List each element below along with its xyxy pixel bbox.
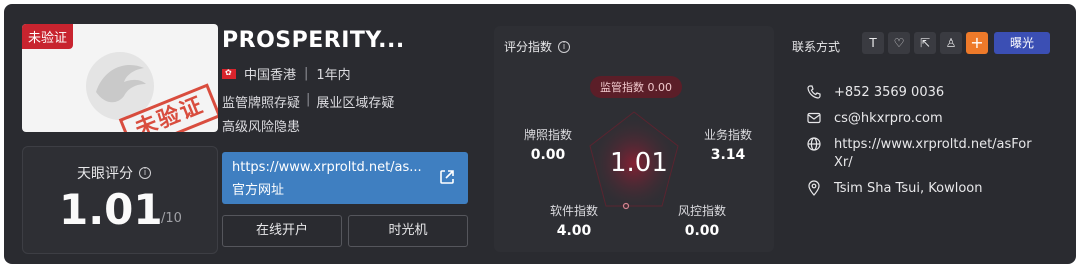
email-icon <box>807 112 821 124</box>
metric-business: 业务指数 3.14 <box>704 126 752 163</box>
rating-center-score: 1.01 <box>610 148 668 178</box>
broker-logo: 未验证 未验证 <box>22 24 218 132</box>
metric-label: 风控指数 <box>678 204 727 218</box>
metric-risk-control: 风控指数 0.00 <box>678 202 726 239</box>
website-link[interactable]: https://www.xrproltd.net/asForXr/ <box>834 136 1034 172</box>
external-link-icon <box>440 170 454 184</box>
contact-title: 联系方式 <box>792 40 841 54</box>
separator: | <box>306 92 311 107</box>
metric-value: 0.00 <box>684 223 720 239</box>
contact-website: https://www.xrproltd.net/asForXr/ <box>806 136 1034 172</box>
regulation-index-pill: 监管指数 0.00 <box>590 76 682 98</box>
add-icon[interactable]: + <box>966 32 988 54</box>
score-label: 天眼评分 <box>77 166 133 182</box>
rating-title-row: 评分指数 i <box>504 38 571 55</box>
risk-warning: 高级风险隐患 <box>222 120 301 135</box>
hong-kong-flag-icon <box>222 68 236 79</box>
info-icon[interactable]: i <box>558 40 571 53</box>
rating-panel: 评分指数 i 监管指数 0.00 1.01 牌照指数 0.00 业务指数 3.1… <box>494 26 774 252</box>
metric-value: 0.00 <box>530 147 566 163</box>
share-icon[interactable]: ⇱ <box>914 32 936 54</box>
contact-panel: 联系方式 T ♡ ⇱ ♙ + 曝光 +852 3569 0036 cs@hkxr… <box>786 26 1066 252</box>
phone-icon <box>807 85 821 99</box>
user-icon[interactable]: ♙ <box>940 32 962 54</box>
expose-label: 曝光 <box>1009 36 1034 50</box>
metric-label: 软件指数 <box>550 204 599 218</box>
heart-icon[interactable]: ♡ <box>888 32 910 54</box>
metric-label: 牌照指数 <box>524 128 573 142</box>
website-label: 官方网址 <box>232 183 285 198</box>
location-pin-icon <box>808 180 820 196</box>
toolbar-icons: T ♡ ⇱ ♙ + <box>862 32 988 54</box>
metric-license: 牌照指数 0.00 <box>524 126 572 163</box>
text-icon[interactable]: T <box>862 32 884 54</box>
metric-label: 业务指数 <box>704 128 753 142</box>
doubt-tags: 监管牌照存疑 | 展业区域存疑 <box>222 92 394 111</box>
doubt-license: 监管牌照存疑 <box>222 96 301 111</box>
metric-software: 软件指数 4.00 <box>550 202 598 239</box>
broker-years: 1年内 <box>316 68 351 83</box>
separator: | <box>304 66 309 81</box>
address: Tsim Sha Tsui, Kowloon <box>834 181 983 196</box>
metric-value: 4.00 <box>556 223 592 239</box>
website-url: https://www.xrproltd.net/as... <box>232 160 422 175</box>
broker-card: 未验证 未验证 天眼评分 i 1.01 /10 PROSPERITY... 中国… <box>4 4 1076 264</box>
score-value: 1.01 <box>59 185 163 234</box>
broker-region: 中国香港 <box>244 68 297 83</box>
metric-value: 3.14 <box>710 147 746 163</box>
score-box: 天眼评分 i 1.01 /10 <box>22 146 218 254</box>
phone-number[interactable]: +852 3569 0036 <box>834 84 1034 102</box>
contact-phone: +852 3569 0036 <box>806 84 1034 102</box>
broker-meta: 中国香港 | 1年内 <box>222 64 351 83</box>
contact-email: cs@hkxrpro.com <box>806 110 1034 128</box>
score-max: /10 <box>161 211 182 226</box>
rating-title: 评分指数 <box>504 40 553 54</box>
expose-button[interactable]: 曝光 <box>994 32 1050 54</box>
open-account-button[interactable]: 在线开户 <box>222 215 342 247</box>
info-icon[interactable]: i <box>139 167 151 179</box>
globe-icon <box>807 137 821 151</box>
broker-name: PROSPERITY... <box>222 28 405 53</box>
doubt-region: 展业区域存疑 <box>316 96 395 111</box>
unverified-tag: 未验证 <box>22 24 74 49</box>
email-address[interactable]: cs@hkxrpro.com <box>834 110 1034 128</box>
score-label-row: 天眼评分 i <box>77 163 151 183</box>
contact-address: Tsim Sha Tsui, Kowloon <box>806 180 1034 198</box>
official-website-button[interactable]: https://www.xrproltd.net/as... 官方网址 <box>222 152 468 204</box>
time-machine-button[interactable]: 时光机 <box>348 215 468 247</box>
